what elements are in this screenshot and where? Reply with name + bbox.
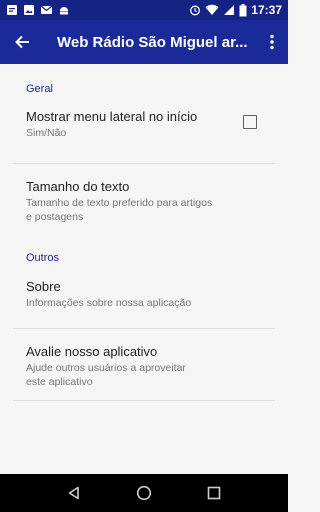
notification-icon xyxy=(7,5,17,15)
pref-about[interactable]: Sobre Informações sobre nossa aplicação xyxy=(0,279,288,328)
signal-icon xyxy=(224,5,235,15)
more-vert-icon xyxy=(270,34,274,50)
email-icon xyxy=(40,5,53,14)
pref-summary: Tamanho de texto preferido para artigos e… xyxy=(26,197,213,223)
divider xyxy=(13,400,275,401)
status-bar: 17:37 xyxy=(0,0,288,20)
wifi-icon xyxy=(205,4,219,16)
app-bar: Web Rádio São Miguel ar... xyxy=(0,20,288,64)
pref-title: Avalie nosso aplicativo xyxy=(26,344,158,359)
pref-title: Sobre xyxy=(26,279,61,294)
navigation-bar xyxy=(0,474,288,512)
arrow-back-icon xyxy=(15,35,29,49)
pref-summary: Ajude outros usuários a aproveitar este a… xyxy=(26,362,186,388)
android-icon xyxy=(60,7,68,15)
divider xyxy=(13,328,275,329)
show-sidebar-checkbox[interactable] xyxy=(243,115,257,129)
alarm-icon xyxy=(190,5,201,16)
pref-show-sidebar[interactable]: Mostrar menu lateral no início Sim/Não xyxy=(0,109,288,163)
section-header-geral: Geral xyxy=(26,83,53,95)
nav-back-icon[interactable] xyxy=(67,486,81,500)
pref-summary: Informações sobre nossa aplicação xyxy=(26,297,192,309)
battery-icon xyxy=(239,3,247,16)
nav-home-icon[interactable] xyxy=(136,485,152,501)
page-title: Web Rádio São Miguel ar... xyxy=(57,33,248,51)
section-header-outros: Outros xyxy=(26,252,60,264)
divider xyxy=(13,163,275,164)
image-icon xyxy=(24,5,34,15)
pref-rate-app[interactable]: Avalie nosso aplicativo Ajude outros usu… xyxy=(0,344,288,400)
settings-list: Geral Mostrar menu lateral no início Sim… xyxy=(0,64,288,401)
overflow-menu-button[interactable] xyxy=(260,20,284,64)
pref-title: Tamanho do texto xyxy=(26,179,130,194)
nav-recents-icon[interactable] xyxy=(207,486,221,500)
back-button[interactable] xyxy=(0,20,44,64)
clock: 17:37 xyxy=(251,3,282,17)
pref-text-size[interactable]: Tamanho do texto Tamanho de texto prefer… xyxy=(0,179,288,246)
